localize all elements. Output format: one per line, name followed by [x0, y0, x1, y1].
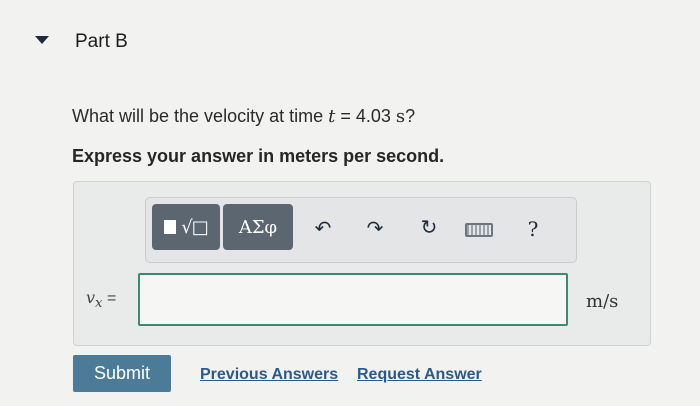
redo-icon[interactable]: ↷ — [364, 216, 386, 240]
question-equals: = 4.03 — [335, 106, 396, 126]
templates-button[interactable]: √□ — [152, 204, 220, 250]
reset-icon[interactable]: ↻ — [416, 214, 442, 240]
keyboard-shape — [465, 223, 493, 237]
answer-variable-label: vx = — [86, 288, 116, 311]
submit-button[interactable]: Submit — [73, 355, 171, 392]
answer-unit-label: m/s — [586, 291, 619, 312]
part-title: Part B — [75, 31, 128, 52]
question-text: What will be the velocity at time t = 4.… — [72, 106, 415, 127]
answer-var-sub: x — [95, 296, 103, 312]
help-button[interactable]: ? — [523, 216, 543, 242]
request-answer-link[interactable]: Request Answer — [357, 366, 482, 384]
question-unit: s — [395, 106, 406, 127]
templates-label: √□ — [181, 216, 209, 238]
template-block-icon — [164, 220, 177, 234]
previous-answers-link[interactable]: Previous Answers — [200, 366, 338, 384]
answer-var-main: v — [86, 288, 96, 307]
answer-var-equals: = — [102, 290, 117, 307]
keyboard-icon[interactable] — [463, 222, 495, 238]
answer-input[interactable] — [138, 273, 568, 326]
collapse-caret-icon[interactable] — [35, 36, 49, 44]
question-suffix: ? — [405, 106, 416, 126]
answer-instruction: Express your answer in meters per second… — [72, 146, 445, 166]
undo-icon[interactable]: ↶ — [312, 216, 334, 240]
greek-symbols-button[interactable]: ΑΣφ — [223, 204, 293, 250]
question-prefix: What will be the velocity at time — [72, 106, 329, 126]
